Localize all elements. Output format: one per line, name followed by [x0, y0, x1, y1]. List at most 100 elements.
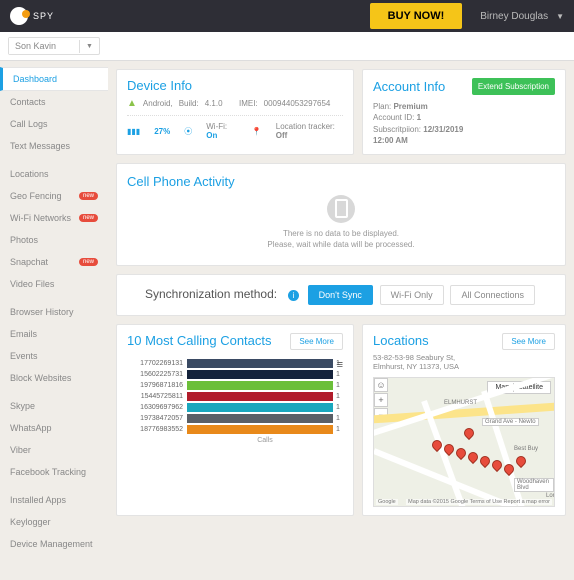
build-label: Build: [179, 99, 199, 108]
sidebar-item-video-files[interactable]: Video Files [0, 273, 108, 295]
chart-menu-icon[interactable]: ≡ [337, 359, 343, 371]
sidebar-item-keylogger[interactable]: Keylogger [0, 511, 108, 533]
calls-title: 10 Most Calling Contacts [127, 333, 272, 348]
sidebar-item-label: Skype [10, 401, 35, 411]
sidebar-item-device-management[interactable]: Device Management [0, 533, 108, 555]
bar-value: 1 [333, 382, 343, 389]
chart-bar-row: 18776983552 1 [127, 425, 343, 434]
bar [187, 370, 333, 379]
activity-empty-1: There is no data to be displayed. [129, 229, 553, 238]
buy-now-button[interactable]: BUY NOW! [370, 3, 463, 29]
sidebar-item-locations[interactable]: Locations [0, 163, 108, 185]
location-address-1: 53-82-53-98 Seabury St, [373, 353, 459, 362]
bar-label: 15445725811 [127, 393, 187, 400]
bar [187, 414, 333, 423]
sidebar-item-label: Viber [10, 445, 31, 455]
phone-icon [327, 195, 355, 223]
sidebar-item-label: Keylogger [10, 517, 51, 527]
sidebar-item-label: Call Logs [10, 119, 48, 129]
sidebar-item-photos[interactable]: Photos [0, 229, 108, 251]
bar [187, 403, 333, 412]
chart-bar-row: 15602225731 1 [127, 370, 343, 379]
chart-bar-row: 15445725811 1 [127, 392, 343, 401]
build-value: 4.1.0 [205, 99, 223, 108]
sidebar-item-label: Facebook Tracking [10, 467, 86, 477]
bar [187, 392, 333, 401]
map-label: Woodhaven Blvd [514, 478, 554, 492]
sync-card: Synchronization method: i Don't Sync Wi-… [116, 274, 566, 316]
chevron-down-icon[interactable]: ▼ [79, 40, 99, 53]
chart-x-label: Calls [127, 437, 343, 444]
user-name[interactable]: Birney Douglas [480, 11, 548, 22]
bar-value: 1 [333, 393, 343, 400]
chart-bar-row: 197968718161 [127, 381, 343, 390]
account-id-value: 1 [417, 113, 421, 122]
account-id-label: Account ID: [373, 113, 414, 122]
calls-chart: ≡ 17702269131115602225731119796871816115… [127, 359, 343, 444]
sidebar-item-text-messages[interactable]: Text Messages [0, 135, 108, 157]
sidebar-item-call-logs[interactable]: Call Logs [0, 113, 108, 135]
battery-icon: ▮▮▮ [127, 127, 140, 136]
sidebar-item-whatsapp[interactable]: WhatsApp [0, 417, 108, 439]
sidebar-item-dashboard[interactable]: Dashboard [0, 67, 108, 91]
sync-label: Synchronization method: [145, 287, 277, 301]
imei-label: IMEI: [239, 99, 258, 108]
sidebar-item-label: Text Messages [10, 141, 70, 151]
map-label: Grand Ave - Newto [482, 418, 539, 426]
sidebar-item-geo-fencing[interactable]: Geo Fencingnew [0, 185, 108, 207]
device-info-title: Device Info [127, 78, 343, 93]
wifi-value: On [206, 131, 217, 140]
sidebar-item-label: Block Websites [10, 373, 71, 383]
map[interactable]: ☺ + − Map Satellite EL [373, 377, 555, 507]
user-menu-caret-icon[interactable]: ▼ [556, 12, 564, 21]
imei-value: 000944053297654 [264, 99, 331, 108]
bar-value: 1 [333, 415, 343, 422]
account-info-title: Account Info [373, 78, 464, 96]
extend-subscription-button[interactable]: Extend Subscription [472, 78, 555, 95]
sync-all-button[interactable]: All Connections [450, 285, 535, 305]
profile-bar: ▼ [0, 32, 574, 61]
locations-see-more-button[interactable]: See More [502, 333, 555, 350]
bar-label: 15602225731 [127, 371, 187, 378]
sidebar-item-label: Contacts [10, 97, 46, 107]
location-address-2: Elmhurst, NY 11373, USA [373, 362, 459, 371]
sidebar-item-browser-history[interactable]: Browser History [0, 301, 108, 323]
bar [187, 425, 333, 434]
sidebar-item-block-websites[interactable]: Block Websites [0, 367, 108, 389]
sidebar-item-skype[interactable]: Skype [0, 395, 108, 417]
sidebar-item-facebook-tracking[interactable]: Facebook Tracking [0, 461, 108, 483]
map-label: Best Buy [514, 446, 538, 452]
new-badge: new [79, 258, 98, 266]
sidebar-item-label: Device Management [10, 539, 93, 549]
sidebar-item-emails[interactable]: Emails [0, 323, 108, 345]
bar-value: 1 [333, 426, 343, 433]
sidebar-item-contacts[interactable]: Contacts [0, 91, 108, 113]
map-label: ELMHURST [444, 400, 477, 406]
sidebar-item-label: Emails [10, 329, 37, 339]
battery-value: 27% [154, 127, 170, 136]
new-badge: new [79, 214, 98, 222]
sidebar-item-events[interactable]: Events [0, 345, 108, 367]
info-icon[interactable]: i [288, 290, 299, 301]
device-os: Android, [143, 99, 173, 108]
sidebar-item-installed-apps[interactable]: Installed Apps [0, 489, 108, 511]
sidebar-item-label: Video Files [10, 279, 54, 289]
locations-card: Locations 53-82-53-98 Seabury St, Elmhur… [362, 324, 566, 516]
sidebar-item-label: WhatsApp [10, 423, 52, 433]
profile-dropdown[interactable]: ▼ [8, 37, 100, 55]
account-info-card: Account Info Plan: Premium Account ID: 1… [362, 69, 566, 155]
sync-wifi-button[interactable]: Wi-Fi Only [380, 285, 444, 305]
sidebar-item-viber[interactable]: Viber [0, 439, 108, 461]
sidebar-item-label: Geo Fencing [10, 191, 62, 201]
sidebar-item-wi-fi-networks[interactable]: Wi-Fi Networks new [0, 207, 108, 229]
profile-input[interactable] [9, 38, 79, 54]
sidebar-item-label: Events [10, 351, 38, 361]
sidebar-item-snapchat[interactable]: Snapchat new [0, 251, 108, 273]
bar-value: 1 [333, 371, 343, 378]
calls-see-more-button[interactable]: See More [290, 333, 343, 350]
sync-dont-button[interactable]: Don't Sync [308, 285, 373, 305]
bar-label: 16309697962 [127, 404, 187, 411]
sidebar-item-label: Snapchat [10, 257, 48, 267]
bar-label: 18776983552 [127, 426, 187, 433]
sidebar-item-label: Wi-Fi Networks [10, 213, 71, 223]
